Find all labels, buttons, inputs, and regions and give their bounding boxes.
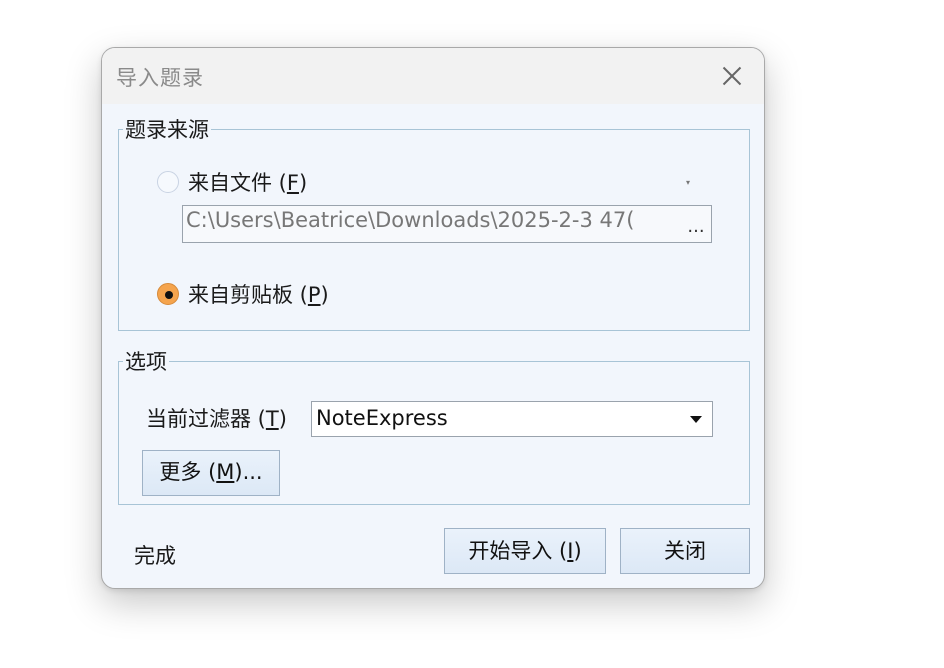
close-button[interactable]: 关闭	[620, 528, 750, 574]
from-file-label: 来自文件 (F)	[188, 171, 308, 195]
file-path-value: C:\Users\Beatrice\Downloads\2025-2-3 47(	[186, 208, 635, 232]
more-button[interactable]: 更多 (M)...	[142, 450, 280, 496]
filter-select-value: NoteExpress	[316, 406, 448, 430]
start-import-button[interactable]: 开始导入 (I)	[444, 528, 606, 574]
caret-down-icon: ▾	[686, 178, 691, 187]
status-text: 完成	[134, 544, 176, 568]
filter-select[interactable]: NoteExpress	[311, 401, 713, 437]
dropdown-arrow-icon[interactable]	[690, 416, 702, 423]
source-group-legend: 题录来源	[125, 118, 209, 142]
from-clipboard-radio-circle[interactable]	[157, 283, 179, 305]
import-dialog: 导入题录 题录来源 来自文件 (F) ▾ C:\Users\Beatrice\D…	[101, 47, 765, 589]
options-group-legend: 选项	[125, 350, 167, 374]
from-clipboard-radio[interactable]: 来自剪贴板 (P)	[157, 279, 329, 309]
browse-button[interactable]: ...	[682, 207, 710, 241]
filter-label: 当前过滤器 (T)	[146, 407, 287, 431]
dialog-title: 导入题录	[116, 66, 204, 90]
from-file-radio[interactable]: 来自文件 (F)	[157, 167, 307, 197]
file-path-field[interactable]: C:\Users\Beatrice\Downloads\2025-2-3 47(	[182, 205, 712, 243]
from-clipboard-label: 来自剪贴板 (P)	[188, 283, 329, 307]
from-file-radio-circle[interactable]	[157, 171, 179, 193]
close-icon[interactable]	[714, 59, 750, 93]
title-bar: 导入题录	[102, 48, 764, 104]
